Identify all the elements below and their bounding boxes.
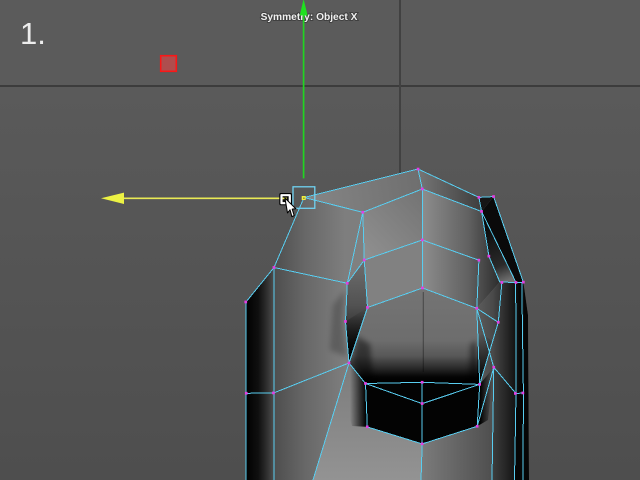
- svg-text:1.: 1.: [20, 16, 46, 51]
- svg-text:Symmetry: Object X: Symmetry: Object X: [261, 12, 358, 23]
